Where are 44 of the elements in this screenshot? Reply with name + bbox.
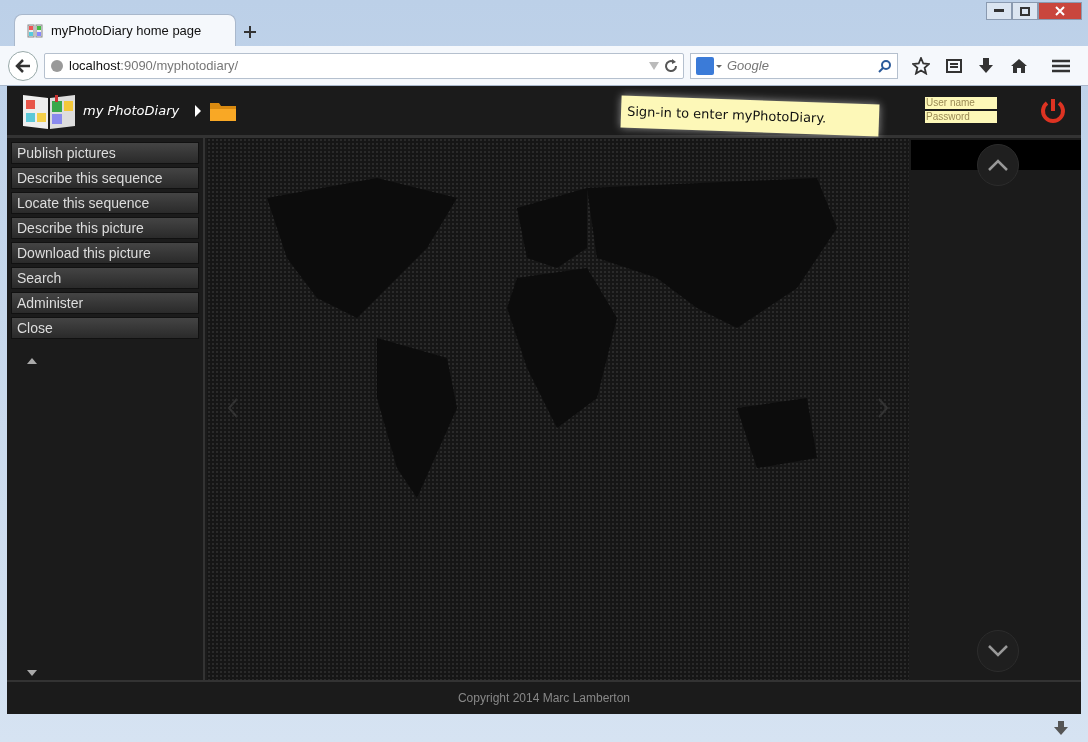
- chevron-up-icon: [988, 159, 1008, 171]
- menu-item[interactable]: Describe this sequence: [11, 167, 199, 189]
- reload-icon[interactable]: [664, 58, 678, 73]
- close-button[interactable]: [1038, 2, 1082, 20]
- address-text: localhost:9090/myphotodiary/: [69, 56, 239, 75]
- maximize-button[interactable]: [1012, 2, 1038, 20]
- download-icon[interactable]: [1054, 721, 1068, 735]
- new-tab-icon[interactable]: [244, 26, 256, 38]
- search-engine-icon[interactable]: [696, 56, 722, 75]
- download-icon[interactable]: [978, 57, 994, 74]
- menu-item[interactable]: Search: [11, 267, 199, 289]
- address-field[interactable]: localhost:9090/myphotodiary/: [44, 52, 684, 79]
- chevron-down-icon: [988, 645, 1008, 657]
- menu-item[interactable]: Describe this picture: [11, 217, 199, 239]
- sticky-note: Sign-in to enter myPhotoDiary.: [620, 95, 880, 137]
- menu-icon[interactable]: [1052, 58, 1070, 73]
- star-icon[interactable]: [912, 56, 930, 75]
- back-button[interactable]: [8, 50, 38, 81]
- home-icon[interactable]: [1010, 57, 1028, 74]
- search-field[interactable]: Google: [690, 52, 898, 79]
- scroll-down-button[interactable]: [977, 630, 1019, 672]
- minimize-button[interactable]: [986, 2, 1012, 20]
- menu-item[interactable]: Locate this sequence: [11, 192, 199, 214]
- reading-list-icon[interactable]: [946, 57, 962, 74]
- triangle-icon: [195, 104, 202, 117]
- minimize-icon: [994, 9, 1004, 13]
- page-favicon-icon: [27, 22, 43, 39]
- menu-item[interactable]: Publish pictures: [11, 142, 199, 164]
- copyright-text: Copyright 2014 Marc Lamberton: [457, 690, 631, 707]
- username-field[interactable]: User name: [925, 96, 997, 109]
- scroll-up-icon[interactable]: [27, 358, 37, 364]
- power-icon[interactable]: [1039, 96, 1067, 125]
- scroll-down-icon[interactable]: [27, 670, 37, 676]
- menu-item[interactable]: Close: [11, 317, 199, 339]
- scroll-up-button[interactable]: [977, 144, 1019, 186]
- menu-item[interactable]: Download this picture: [11, 242, 199, 264]
- search-placeholder: Google: [727, 56, 770, 75]
- password-field[interactable]: Password: [925, 110, 997, 123]
- close-icon: [1055, 6, 1065, 16]
- maximize-icon: [1020, 6, 1030, 16]
- menu-item[interactable]: Administer: [11, 292, 199, 314]
- brand-name: my PhotoDiary: [83, 101, 180, 120]
- back-arrow-icon: [15, 58, 31, 73]
- search-icon[interactable]: [878, 58, 892, 73]
